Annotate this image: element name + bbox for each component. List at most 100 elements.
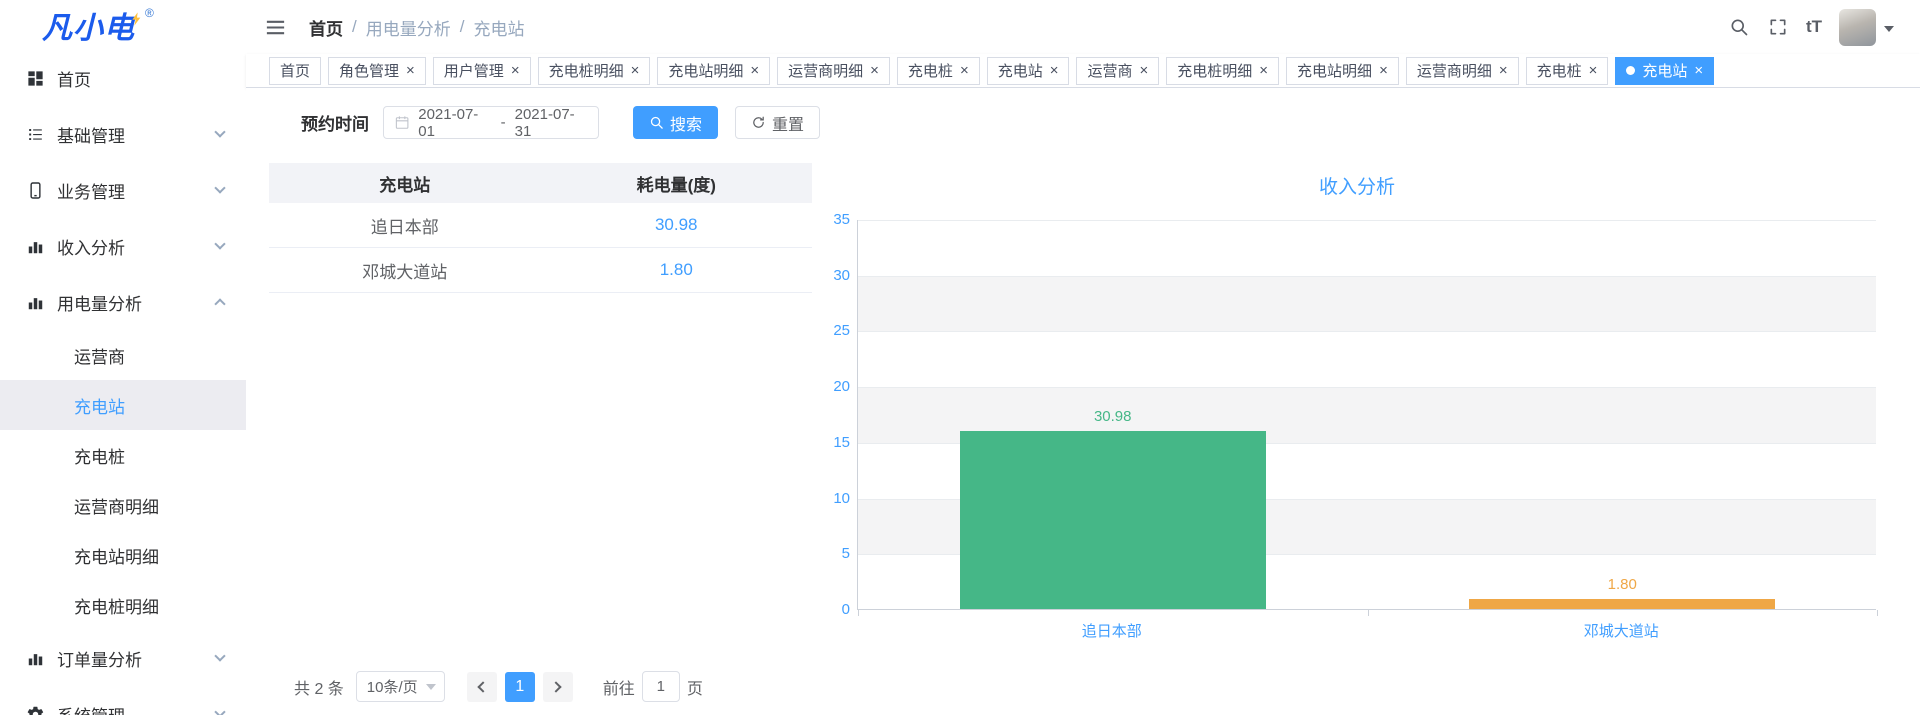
consumption-cell: 1.80 — [541, 248, 813, 292]
date-range-separator: - — [501, 114, 506, 131]
y-axis-tick-label: 5 — [828, 545, 850, 563]
close-icon[interactable]: × — [511, 63, 520, 78]
breadcrumb-item-1: 用电量分析 — [366, 15, 451, 40]
close-icon[interactable]: × — [1050, 63, 1059, 78]
tab-9[interactable]: 充电桩明细× — [1166, 57, 1279, 85]
sidebar-item-label: 首页 — [57, 66, 224, 91]
app-logo[interactable]: 凡小电 ® — [0, 0, 246, 50]
revenue-chart: 收入分析 35302520151050 30.981.80 追日本部邓城大道站 — [828, 168, 1886, 663]
tab-4[interactable]: 充电站明细 × — [657, 57, 770, 85]
gridline — [858, 220, 1876, 221]
sidebar: 凡小电 ® 首页基础管理业务管理收入分析用电量分析运营商充电站充电桩运营商明细充… — [0, 0, 246, 715]
hamburger-icon[interactable] — [264, 16, 287, 39]
tab-10[interactable]: 充电站明细× — [1286, 57, 1399, 85]
tab-5[interactable]: 运营商明细 × — [777, 57, 890, 85]
tab-12[interactable]: 充电桩× — [1526, 57, 1609, 85]
sidebar-subitem-4-5[interactable]: 充电桩明细 — [0, 580, 246, 630]
tab-8[interactable]: 运营商× — [1076, 57, 1159, 85]
end-date-value[interactable]: 2021-07-31 — [515, 106, 588, 140]
sidebar-subitem-4-1[interactable]: 充电站 — [0, 380, 246, 430]
sidebar-item-6[interactable]: 系统管理 — [0, 686, 246, 715]
search-icon — [649, 115, 664, 130]
close-icon[interactable]: × — [960, 63, 969, 78]
navbar-actions: tT — [1728, 9, 1894, 46]
logo-text: 凡小电 — [42, 3, 135, 47]
sidebar-item-label: 订单量分析 — [57, 646, 216, 671]
tab-13[interactable]: 充电站× — [1615, 57, 1714, 85]
active-tab-dot — [1626, 66, 1635, 75]
close-icon[interactable]: × — [750, 63, 759, 78]
sidebar-item-3[interactable]: 收入分析 — [0, 218, 246, 274]
breadcrumb-item-0[interactable]: 首页 — [309, 15, 343, 40]
sidebar-subitem-label: 运营商 — [74, 343, 125, 368]
sidebar-item-4[interactable]: 用电量分析 — [0, 274, 246, 330]
close-icon[interactable]: × — [1589, 63, 1598, 78]
search-icon[interactable] — [1728, 16, 1750, 38]
sidebar-subitem-4-4[interactable]: 充电站明细 — [0, 530, 246, 580]
sidebar-item-2[interactable]: 业务管理 — [0, 162, 246, 218]
sidebar-subitem-4-2[interactable]: 充电桩 — [0, 430, 246, 480]
page-size-value: 10条/页 — [367, 676, 418, 697]
font-size-icon[interactable]: tT — [1806, 16, 1822, 38]
table-row: 追日本部30.98 — [269, 203, 812, 248]
close-icon[interactable]: × — [1694, 63, 1703, 78]
reset-button[interactable]: 重置 — [735, 106, 820, 139]
bar-chart-icon — [26, 237, 45, 256]
tab-6[interactable]: 充电桩× — [897, 57, 980, 85]
bar-chart-icon — [26, 649, 45, 668]
tab-label: 用户管理 — [444, 60, 504, 81]
tab-label: 充电站明细 — [668, 60, 743, 81]
tab-label: 充电站 — [998, 60, 1043, 81]
next-page-button[interactable] — [543, 672, 573, 702]
sidebar-subitem-4-0[interactable]: 运营商 — [0, 330, 246, 380]
tab-0[interactable]: 首页 — [269, 57, 321, 85]
sidebar-item-0[interactable]: 首页 — [0, 50, 246, 106]
y-axis-tick-label: 15 — [828, 434, 850, 452]
sidebar-subitem-4-3[interactable]: 运营商明细 — [0, 480, 246, 530]
close-icon[interactable]: × — [1259, 63, 1268, 78]
date-range-picker[interactable]: 2021-07-01 - 2021-07-31 — [383, 106, 599, 139]
y-axis-tick-label: 10 — [828, 490, 850, 508]
close-icon[interactable]: × — [1379, 63, 1388, 78]
y-axis-tick-label: 20 — [828, 378, 850, 396]
tab-3[interactable]: 充电桩明细× — [538, 57, 651, 85]
tab-2[interactable]: 用户管理 × — [433, 57, 531, 85]
sidebar-item-label: 基础管理 — [57, 122, 216, 147]
prev-page-button[interactable] — [467, 672, 497, 702]
close-icon[interactable]: × — [1499, 63, 1508, 78]
chevron-down-icon[interactable] — [1884, 26, 1894, 37]
start-date-value[interactable]: 2021-07-01 — [418, 106, 491, 140]
tab-label: 运营商明细 — [788, 60, 863, 81]
sidebar-subitem-label: 充电站 — [74, 393, 125, 418]
goto-page-input[interactable] — [642, 671, 680, 702]
page-size-select[interactable]: 10条/页 — [356, 671, 445, 702]
refresh-icon — [751, 115, 766, 130]
close-icon[interactable]: × — [406, 63, 415, 78]
gear-icon — [26, 705, 45, 715]
tab-1[interactable]: 角色管理× — [328, 57, 426, 85]
station-cell: 邓城大道站 — [269, 248, 541, 292]
close-icon[interactable]: × — [870, 63, 879, 78]
chevron-down-icon — [214, 238, 225, 249]
sidebar-item-1[interactable]: 基础管理 — [0, 106, 246, 162]
y-axis: 35302520151050 — [828, 220, 850, 610]
avatar[interactable] — [1839, 9, 1876, 46]
fullscreen-icon[interactable] — [1767, 16, 1789, 38]
tab-11[interactable]: 运营商明细× — [1406, 57, 1519, 85]
filter-bar: 预约时间 2021-07-01 - 2021-07-31 搜索 重置 — [301, 106, 820, 139]
pagination: 共 2 条 10条/页 1 前往 页 — [294, 671, 703, 702]
sidebar-item-5[interactable]: 订单量分析 — [0, 630, 246, 686]
table-header-row: 充电站耗电量(度) — [269, 163, 812, 203]
search-button[interactable]: 搜索 — [633, 106, 718, 139]
sidebar-item-label: 系统管理 — [57, 702, 216, 715]
consumption-cell: 30.98 — [541, 203, 813, 247]
bar-chart-icon — [26, 293, 45, 312]
mobile-icon — [26, 181, 45, 200]
close-icon[interactable]: × — [1140, 63, 1149, 78]
chevron-right-icon — [551, 681, 562, 692]
chart-bar — [960, 431, 1266, 609]
list-icon — [26, 125, 45, 144]
page-number-button[interactable]: 1 — [505, 672, 535, 702]
close-icon[interactable]: × — [631, 63, 640, 78]
tab-7[interactable]: 充电站 × — [987, 57, 1070, 85]
